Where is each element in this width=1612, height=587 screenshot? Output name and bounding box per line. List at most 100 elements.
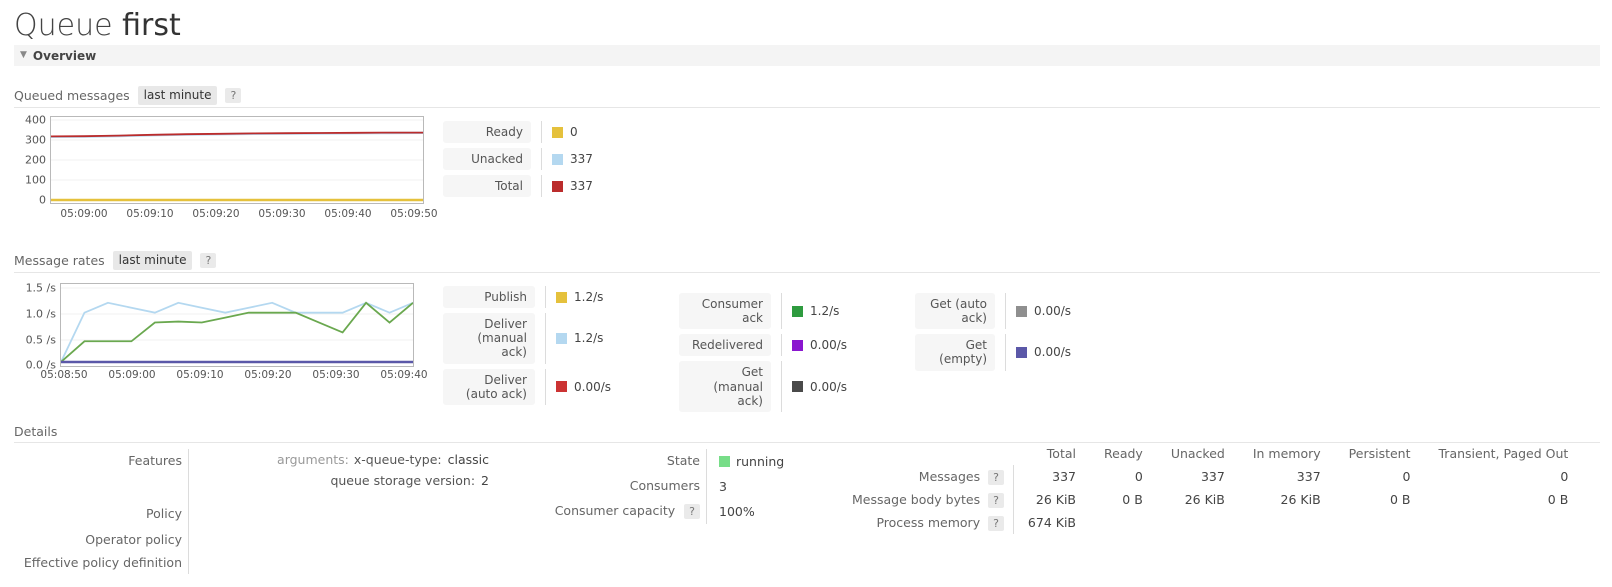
stats-cell: 26 KiB [1280,492,1321,507]
legend-value-get-manual-ack: 0.00/s [792,380,847,394]
message-rates-help-icon[interactable]: ? [200,253,217,268]
stats-cell: 0 [1560,469,1569,484]
details-value-consumer-capacity: 100% [719,504,755,519]
stats-cell: 0 B [1122,492,1143,507]
stats-cell: 0 B [1547,492,1569,507]
stats-cell: 337 [1052,469,1076,484]
legend-value-get-auto-ack: 0.00/s [1016,304,1071,318]
details-heading: Details [14,424,58,439]
queued-messages-label: Queued messages [14,88,130,103]
stats-cell: 0 [1134,469,1143,484]
stats-row-label-messages: Messages ? [838,465,1013,488]
series-deliver-manual-ack [61,301,413,363]
stats-row-label-process-memory: Process memory ? [838,511,1013,534]
y-tick: 300 [25,133,46,147]
queued-messages-header: Queued messages last minute ? [14,84,1600,108]
legend-label-get-empty[interactable]: Get (empty) [915,334,995,371]
x-tick: 05:09:10 [126,208,174,220]
overview-section-header[interactable]: ▼ Overview [14,45,1600,66]
color-swatch-get-auto-ack [1016,305,1027,317]
status-swatch-running [719,456,730,467]
message-rates-period-chip[interactable]: last minute [112,251,193,270]
legend-row: Total 337 [443,175,593,198]
queued-messages-plot-area [50,116,424,204]
message-rates-label: Message rates [14,253,105,268]
color-swatch-deliver-manual-ack [556,332,567,344]
table-row: Messages ? 337 0 337 337 0 0 [838,465,1582,488]
legend-value-redelivered: 0.00/s [792,338,847,352]
queued-messages-period-chip[interactable]: last minute [137,86,218,105]
triangle-down-icon[interactable]: ▼ [20,51,27,60]
legend-value-ready: 0 [552,125,578,139]
legend-label-deliver-manual-ack[interactable]: Deliver (manual ack) [443,313,535,364]
details-label-spacer [14,475,188,502]
divider [545,313,546,364]
legend-label-get-manual-ack[interactable]: Get (manual ack) [679,361,771,412]
legend-label-ready[interactable]: Ready [443,121,531,144]
legend-label-redelivered[interactable]: Redelivered [679,334,771,357]
color-swatch-deliver-auto-ack [556,381,567,393]
legend-number: 0.00/s [574,379,612,394]
gridlines [61,287,413,341]
details-label-consumer-capacity: Consumer capacity ? [500,499,706,524]
y-tick: 0.5 /s [25,333,56,347]
legend-label-get-auto-ack[interactable]: Get (auto ack) [915,293,995,330]
legend-value-deliver-auto-ack: 0.00/s [556,380,611,394]
queued-messages-help-icon[interactable]: ? [225,88,242,103]
message-rates-header: Message rates last minute ? [14,249,1600,273]
y-tick: 0 [39,193,46,207]
legend-label-total[interactable]: Total [443,175,531,198]
legend-row: Get (auto ack) 0.00/s [915,293,1071,330]
stats-cell [1239,511,1335,534]
feature-storage-version-row: queue storage version: 2 [197,470,489,491]
legend-value-consumer-ack: 1.2/s [792,304,839,318]
legend-value-deliver-manual-ack: 1.2/s [556,331,603,345]
message-body-bytes-help-icon[interactable]: ? [988,493,1004,508]
feature-arguments-key: arguments: [277,452,349,467]
x-tick: 05:08:50 [40,369,88,381]
legend-row: Deliver (auto ack) 0.00/s [443,368,611,405]
stats-cell [1157,511,1239,534]
process-memory-help-icon[interactable]: ? [988,516,1004,531]
stats-cell: 26 KiB [1184,492,1225,507]
divider [781,334,782,357]
legend-value-publish: 1.2/s [556,290,603,304]
legend-label-unacked[interactable]: Unacked [443,148,531,171]
stats-col-total: Total [1046,446,1076,461]
queued-messages-chart: 400 300 200 100 0 05:09:00 05:09:10 05:0… [14,114,438,221]
details-label-effective-policy-definition: Effective policy definition [23,555,182,570]
x-tick: 05:09:40 [380,369,428,381]
legend-label-consumer-ack[interactable]: Consumer ack [679,293,771,330]
message-rates-svg [61,287,413,364]
queued-messages-svg [51,119,423,202]
details-label-features: Features [128,453,182,468]
divider [541,121,542,144]
queued-messages-y-axis: 400 300 200 100 0 [14,114,48,207]
stats-col-in-memory: In memory [1252,446,1321,461]
divider [1005,334,1006,371]
legend-label-publish[interactable]: Publish [443,286,535,309]
y-tick: 200 [25,153,46,167]
details-state-values: running 3 100% [707,449,784,524]
legend-number: 337 [570,179,593,194]
x-tick: 05:09:00 [108,369,156,381]
x-tick: 05:09:10 [176,369,224,381]
legend-number: 0.00/s [1034,304,1072,319]
stats-cell: 674 KiB [1027,515,1076,530]
feature-storage-version-value: 2 [481,473,489,488]
stats-col-ready: Ready [1104,446,1143,461]
x-tick: 05:09:20 [244,369,292,381]
consumer-capacity-help-icon[interactable]: ? [684,504,700,519]
message-rates-chart: 1.5 /s 1.0 /s 0.5 /s 0.0 /s 05:08:50 05:… [14,282,428,382]
stats-cell: 337 [1296,469,1321,484]
stats-col-unacked: Unacked [1170,446,1225,461]
stats-cell [1425,511,1583,534]
legend-row: Get (empty) 0.00/s [915,334,1071,371]
divider [781,293,782,330]
legend-number: 337 [570,152,593,167]
details-label-policy: Policy [146,506,182,521]
legend-label-deliver-auto-ack[interactable]: Deliver (auto ack) [443,368,535,405]
legend-row: Unacked 337 [443,148,593,171]
messages-help-icon[interactable]: ? [988,470,1004,485]
x-tick: 05:09:30 [312,369,360,381]
